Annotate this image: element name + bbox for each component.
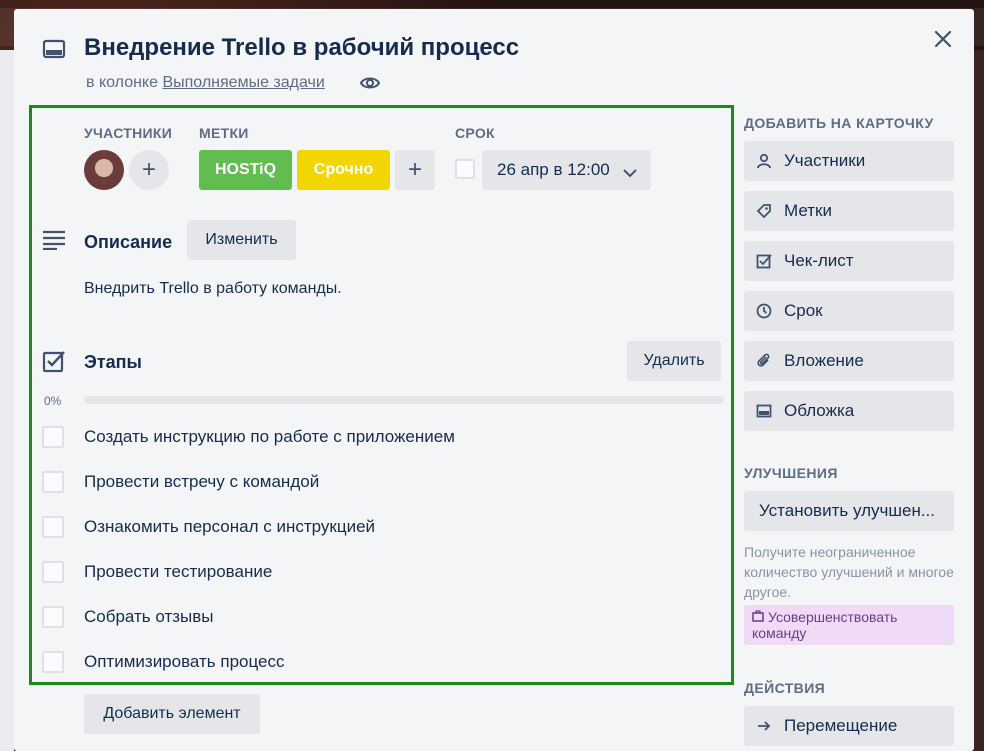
sidebar-due-button[interactable]: Срок bbox=[744, 291, 954, 331]
sidebar-cover-button[interactable]: Обложка bbox=[744, 391, 954, 431]
edit-description-button[interactable]: Изменить bbox=[187, 220, 296, 260]
progress-percent: 0% bbox=[44, 394, 62, 408]
arrow-right-icon bbox=[754, 716, 774, 736]
sidebar-button-label: Вложение bbox=[784, 351, 864, 370]
list-link[interactable]: Выполняемые задачи bbox=[162, 74, 324, 91]
item-text[interactable]: Создать инструкцию по работе с приложени… bbox=[84, 427, 455, 447]
due-label: СРОК bbox=[455, 125, 495, 141]
sidebar-button-label: Обложка bbox=[784, 401, 855, 420]
actions-heading: ДЕЙСТВИЯ bbox=[744, 680, 826, 696]
briefcase-icon bbox=[752, 609, 764, 625]
item-text[interactable]: Провести тестирование bbox=[84, 562, 272, 582]
upgrade-label: Усовершенствовать команду bbox=[752, 609, 898, 641]
item-checkbox[interactable] bbox=[42, 471, 64, 493]
cover-icon bbox=[754, 401, 774, 421]
item-text[interactable]: Провести встречу с командой bbox=[84, 472, 319, 492]
item-checkbox[interactable] bbox=[42, 516, 64, 538]
sidebar-checklist-button[interactable]: Чек-лист bbox=[744, 241, 954, 281]
card-icon bbox=[42, 38, 66, 65]
paperclip-icon bbox=[754, 351, 774, 371]
description-icon bbox=[42, 230, 66, 255]
description-text[interactable]: Внедрить Trello в работу команды. bbox=[84, 280, 342, 298]
item-checkbox[interactable] bbox=[42, 561, 64, 583]
item-text[interactable]: Ознакомить персонал с инструкцией bbox=[84, 517, 375, 537]
checklist-item: Оптимизировать процесс bbox=[0, 651, 720, 692]
sidebar-labels-button[interactable]: Метки bbox=[744, 191, 954, 231]
checklist-progress-bar bbox=[84, 396, 724, 404]
due-date-value: 26 апр в 12:00 bbox=[497, 160, 610, 179]
sidebar-move-button[interactable]: Перемещение bbox=[744, 706, 954, 746]
label-chip-urgent[interactable]: Срочно bbox=[297, 150, 390, 190]
sidebar-button-label: Срок bbox=[784, 301, 823, 320]
members-label: УЧАСТНИКИ bbox=[84, 125, 173, 141]
add-member-button[interactable]: + bbox=[129, 150, 169, 190]
checklist-item: Собрать отзывы bbox=[0, 606, 720, 647]
item-checkbox[interactable] bbox=[42, 606, 64, 628]
checklist-icon bbox=[754, 251, 774, 271]
sidebar-button-label: Метки bbox=[784, 201, 832, 220]
sidebar-button-label: Чек-лист bbox=[784, 251, 854, 270]
add-to-card-heading: ДОБАВИТЬ НА КАРТОЧКУ bbox=[744, 115, 934, 131]
delete-checklist-button[interactable]: Удалить bbox=[627, 341, 721, 381]
checklist-item: Провести тестирование bbox=[0, 561, 720, 602]
due-complete-checkbox[interactable] bbox=[455, 159, 475, 179]
checklist-item: Создать инструкцию по работе с приложени… bbox=[0, 426, 720, 467]
add-item-button[interactable]: Добавить элемент bbox=[84, 694, 260, 734]
sidebar-members-button[interactable]: Участники bbox=[744, 141, 954, 181]
board-list-right bbox=[974, 50, 984, 751]
add-label-button[interactable]: + bbox=[395, 150, 435, 190]
checklist-item: Ознакомить персонал с инструкцией bbox=[0, 516, 720, 557]
due-date-button[interactable]: 26 апр в 12:00 bbox=[482, 150, 651, 190]
sidebar-attachment-button[interactable]: Вложение bbox=[744, 341, 954, 381]
label-chip-hostiq[interactable]: HOSTiQ bbox=[199, 150, 292, 190]
upgrade-team-button[interactable]: Усовершенствовать команду bbox=[744, 605, 954, 645]
checklist-title: Этапы bbox=[84, 352, 142, 372]
item-checkbox[interactable] bbox=[42, 651, 64, 673]
item-text[interactable]: Оптимизировать процесс bbox=[84, 652, 285, 672]
improvements-heading: УЛУЧШЕНИЯ bbox=[744, 465, 838, 481]
person-icon bbox=[754, 151, 774, 171]
close-icon[interactable] bbox=[928, 24, 958, 54]
checklist-item: Провести встречу с командой bbox=[0, 471, 720, 512]
install-improvement-button[interactable]: Установить улучшен... bbox=[744, 491, 954, 531]
sidebar-button-label: Перемещение bbox=[784, 716, 898, 735]
eye-icon[interactable] bbox=[359, 73, 381, 98]
labels-label: МЕТКИ bbox=[199, 125, 249, 141]
card-list-info: в колонке Выполняемые задачи bbox=[86, 74, 325, 92]
chevron-down-icon bbox=[623, 163, 637, 183]
checklist-icon bbox=[42, 349, 66, 378]
description-title: Описание bbox=[84, 232, 173, 252]
card-title[interactable]: Внедрение Trello в рабочий процесс bbox=[84, 34, 519, 62]
item-checkbox[interactable] bbox=[42, 426, 64, 448]
list-prefix: в колонке bbox=[86, 74, 163, 91]
sidebar-button-label: Участники bbox=[784, 151, 866, 170]
item-text[interactable]: Собрать отзывы bbox=[84, 607, 214, 627]
clock-icon bbox=[754, 301, 774, 321]
improvements-note: Получите неограниченное количество улучш… bbox=[744, 544, 954, 600]
tag-icon bbox=[754, 201, 774, 221]
avatar[interactable] bbox=[84, 150, 124, 190]
